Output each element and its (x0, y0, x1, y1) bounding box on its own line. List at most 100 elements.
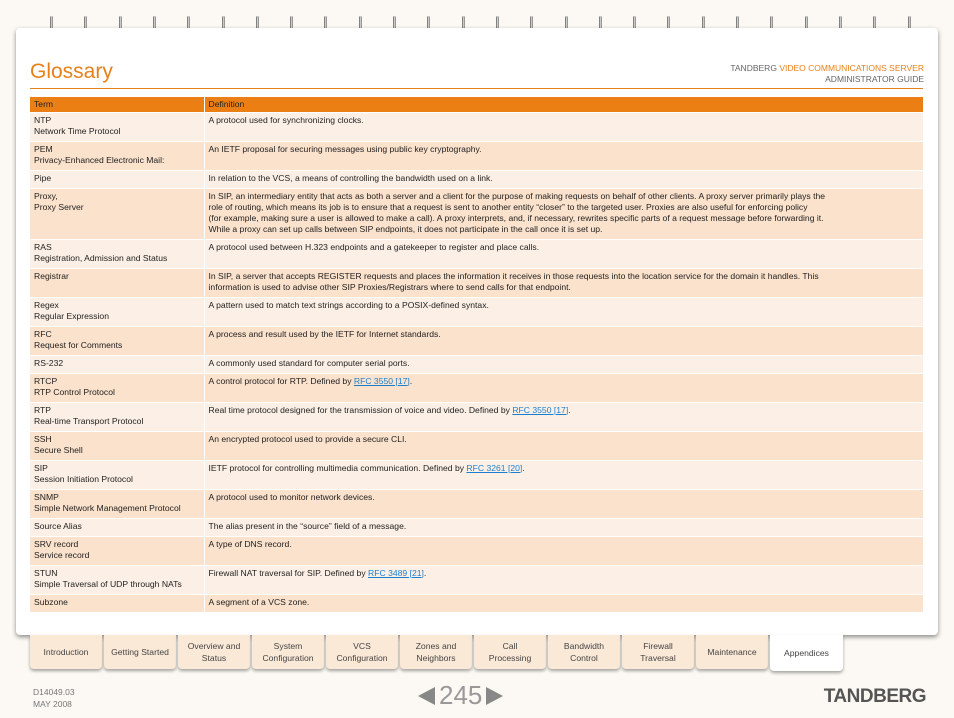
product-name: VIDEO COMMUNICATIONS SERVER (779, 63, 924, 73)
term-text: Request for Comments (34, 339, 123, 350)
table-row: RFC Request for Comments A process and res… (30, 325, 924, 355)
definition-cell: A protocol used for synchronizing clocks… (204, 111, 924, 141)
tab-label: Zones and (415, 641, 457, 651)
definition-text: The alias present in the “source” field … (208, 520, 407, 531)
term-text: Privacy-Enhanced Electronic Mail: (34, 154, 165, 165)
definition-text: In SIP, a server that accepts REGISTER r… (208, 270, 819, 281)
tab-zones-and-neighbors[interactable]: Zones and Neighbors (400, 635, 472, 669)
tab-label: Configuration (262, 653, 314, 663)
term-text: PEM (34, 143, 53, 154)
term-text: Regular Expression (34, 310, 109, 321)
tab-label: Call (502, 641, 518, 651)
definition-text: In relation to the VCS, a means of contr… (208, 172, 493, 183)
term-text: Registrar (34, 270, 69, 281)
definition-text: . (522, 462, 525, 473)
term-cell: Subzone (30, 593, 205, 612)
definition-cell: A process and result used by the IETF fo… (204, 325, 924, 355)
term-text: Real-time Transport Protocol (34, 415, 144, 426)
term-text: Source Alias (34, 520, 82, 531)
definition-text: In SIP, an intermediary entity that acts… (208, 190, 826, 201)
definition-text: An encrypted protocol used to provide a … (208, 433, 407, 444)
table-row: SIP Session Initiation Protocol IETF proto… (30, 459, 924, 489)
table-row: STUN Simple Traversal of UDP through NATs… (30, 564, 924, 594)
column-header-definition: Definition (204, 97, 924, 112)
definition-cell: In SIP, a server that accepts REGISTER r… (204, 267, 924, 297)
definition-cell: A control protocol for RTP. Defined by R… (204, 372, 924, 402)
term-cell: Regex Regular Expression (30, 296, 205, 326)
definition-cell: A commonly used standard for computer se… (204, 354, 924, 373)
term-text: SIP (34, 462, 48, 473)
previous-page-icon[interactable] (418, 686, 435, 705)
term-text: Regex (34, 299, 59, 310)
table-row: RAS Registration, Admission and Status A p… (30, 238, 924, 268)
tab-label: Getting Started (111, 647, 169, 657)
tab-bandwidth-control[interactable]: Bandwidth Control (548, 635, 620, 669)
definition-cell: Real time protocol designed for the tran… (204, 401, 924, 431)
definition-text: . (568, 404, 571, 415)
term-cell: NTP Network Time Protocol (30, 111, 205, 141)
tab-introduction[interactable]: Introduction (30, 635, 102, 669)
term-cell: Registrar (30, 267, 205, 297)
term-text: Session Initiation Protocol (34, 473, 133, 484)
definition-text: A segment of a VCS zone. (208, 596, 310, 607)
definition-cell: An IETF proposal for securing messages u… (204, 140, 924, 170)
document-info: D14049.03 MAY 2008 (33, 686, 75, 710)
next-page-icon[interactable] (486, 686, 504, 705)
tab-label: Configuration (336, 653, 388, 663)
term-text: SSH (34, 433, 52, 444)
page-number: 245 (439, 680, 483, 710)
definition-text: A commonly used standard for computer se… (208, 357, 410, 368)
tab-vcs-configuration[interactable]: VCS Configuration (326, 635, 398, 669)
rfc-link[interactable]: RFC 3550 [17] (354, 376, 410, 386)
tab-label: VCS (353, 641, 371, 651)
table-row: Pipe In relation to the VCS, a means of c… (30, 169, 924, 188)
tab-maintenance[interactable]: Maintenance (696, 635, 768, 669)
document-id: D14049.03 (33, 687, 75, 697)
definition-text: IETF protocol for controlling multimedia… (208, 462, 467, 473)
document-date: MAY 2008 (33, 699, 72, 709)
definition-cell: A protocol used to monitor network devic… (204, 488, 924, 518)
rfc-link[interactable]: RFC 3550 [17] (512, 405, 568, 415)
term-cell: RTCP RTP Control Protocol (30, 372, 205, 402)
definition-text: A type of DNS record. (208, 538, 292, 549)
term-text: NTP (34, 114, 52, 125)
definition-text: An IETF proposal for securing messages u… (208, 143, 482, 154)
term-text: SRV record (34, 538, 79, 549)
definition-cell: In SIP, an intermediary entity that acts… (204, 187, 924, 239)
term-cell: SIP Session Initiation Protocol (30, 459, 205, 489)
tab-label: Status (201, 653, 227, 663)
rfc-link[interactable]: RFC 3261 [20] (466, 463, 522, 473)
term-text: Subzone (34, 596, 68, 607)
table-row: Subzone A segment of a VCS zone. (30, 593, 924, 612)
tab-label: Traversal (640, 653, 676, 663)
guide-name: ADMINISTRATOR GUIDE (825, 74, 924, 84)
definition-cell: A segment of a VCS zone. (204, 593, 924, 612)
term-text: RTCP (34, 375, 58, 386)
definition-text: . (423, 567, 427, 578)
term-text: Secure Shell (34, 444, 83, 455)
tandberg-logo: TANDBERG (823, 686, 927, 707)
tab-label: Control (570, 653, 598, 663)
term-text: Registration, Admission and Status (34, 252, 168, 263)
tab-system-configuration[interactable]: System Configuration (252, 635, 324, 669)
definition-text: . (409, 375, 413, 386)
definition-cell: Firewall NAT traversal for SIP. Defined … (204, 564, 924, 594)
tab-label: Neighbors (416, 653, 456, 663)
rfc-link[interactable]: RFC 3489 [21] (368, 568, 424, 578)
tab-call-processing[interactable]: Call Processing (474, 635, 546, 669)
tab-label: Appendices (784, 648, 829, 658)
term-cell: PEM Privacy-Enhanced Electronic Mail: (30, 140, 205, 170)
definition-cell: A pattern used to match text strings acc… (204, 296, 924, 326)
tab-firewall-traversal[interactable]: Firewall Traversal (622, 635, 694, 669)
definition-text: A process and result used by the IETF fo… (208, 328, 441, 339)
term-text: Network Time Protocol (34, 125, 121, 136)
definition-text: A protocol used to monitor network devic… (208, 491, 375, 502)
glossary-table: Term Definition NTP Network Time Protocol… (30, 97, 924, 612)
definition-text: Real time protocol designed for the tran… (208, 404, 513, 415)
tab-overview-and-status[interactable]: Overview and Status (178, 635, 250, 669)
term-text: Simple Network Management Protocol (34, 502, 181, 513)
page-navigation: 245 (418, 680, 504, 711)
tab-appendices[interactable]: Appendices (770, 635, 843, 671)
header-divider (30, 88, 923, 89)
tab-getting-started[interactable]: Getting Started (104, 635, 176, 669)
